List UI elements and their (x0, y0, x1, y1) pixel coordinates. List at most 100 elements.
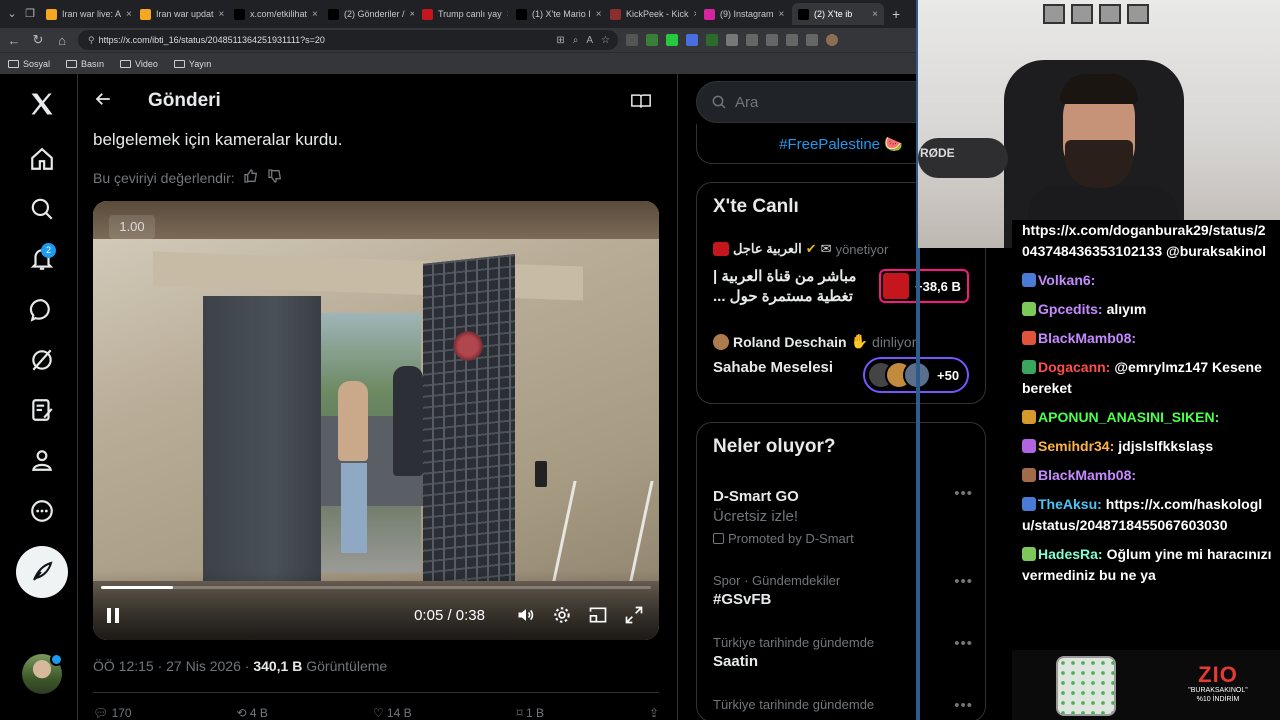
home-icon[interactable] (24, 141, 60, 177)
browser-essentials-icon[interactable] (806, 34, 818, 46)
close-tab-icon[interactable]: × (219, 9, 225, 20)
product-jar-image (1056, 656, 1116, 716)
app-available-icon[interactable]: ⊞ (556, 35, 564, 46)
close-tab-icon[interactable]: × (596, 9, 602, 20)
more-options-icon[interactable] (24, 493, 60, 529)
extension-icon[interactable] (646, 34, 658, 46)
browser-tab[interactable]: (9) Instagram × (698, 3, 790, 25)
volume-icon[interactable] (515, 604, 537, 626)
close-tab-icon[interactable]: × (410, 9, 414, 20)
favorites-icon[interactable] (766, 34, 778, 46)
reader-mode-icon[interactable] (631, 93, 651, 114)
bookmark-folder[interactable]: Sosyal (8, 59, 50, 69)
chat-username[interactable]: Dogacann: (1038, 359, 1110, 375)
split-screen-icon[interactable] (746, 34, 758, 46)
browser-tab[interactable]: x.com/etkilihat × (228, 3, 320, 25)
grok-icon[interactable] (24, 342, 60, 378)
bookmark-folder[interactable]: Video (120, 59, 158, 69)
bookmark-button[interactable]: ⌑ 1 B (517, 706, 545, 720)
chat-username[interactable]: Semihdr34: (1038, 438, 1114, 454)
chat-username[interactable]: Gpcedits: (1038, 301, 1103, 317)
compose-post-button[interactable] (16, 546, 68, 598)
pause-button[interactable] (107, 607, 119, 623)
fullscreen-icon[interactable] (623, 604, 645, 626)
close-tab-icon[interactable]: × (779, 9, 785, 20)
close-tab-icon[interactable]: × (507, 9, 508, 20)
chat-username[interactable]: APONUN_ANASINI_SIKEN: (1038, 409, 1219, 425)
profile-icon[interactable] (24, 442, 60, 478)
profile-avatar[interactable] (826, 34, 838, 46)
settings-gear-icon[interactable] (551, 604, 573, 626)
reply-button[interactable]: 💬︎ 170 (93, 706, 132, 720)
trend-item[interactable]: Türkiye tarihinde gündemde ••• (713, 697, 973, 714)
browser-tab[interactable]: KickPeek - Kick × (604, 3, 696, 25)
extension-icon[interactable] (706, 34, 718, 46)
like-button[interactable]: ♡ 14 B (373, 706, 412, 720)
chat-username[interactable]: Volkan6: (1038, 272, 1095, 288)
extension-icon[interactable] (686, 34, 698, 46)
home-icon[interactable]: ⌂ (54, 33, 70, 48)
hashtag-link[interactable]: #FreePalestine 🍉 (779, 135, 903, 153)
site-info-icon[interactable]: ⚲ (88, 35, 95, 46)
post-timestamp[interactable]: ÖÖ 12:15 · 27 Nis 2026 · (93, 658, 253, 674)
repost-count: 4 B (249, 706, 268, 720)
thumbs-down-icon[interactable] (267, 168, 283, 187)
video-progress-bar[interactable] (101, 586, 651, 589)
notifications-bell-icon[interactable]: 2 (24, 241, 60, 277)
picture-in-picture-icon[interactable] (587, 604, 609, 626)
chat-username[interactable]: HadesRa: (1038, 546, 1103, 562)
grok-chat-icon[interactable] (24, 292, 60, 328)
video-player[interactable]: 1.00 0:05 / 0:38 (93, 201, 659, 640)
favorite-star-icon[interactable]: ☆ (601, 35, 610, 46)
trend-context: Spor · Gündemdekiler (713, 573, 841, 588)
share-icon[interactable]: ⇪ (649, 706, 659, 720)
browser-tab[interactable]: (2) Gönderiler / × (322, 3, 414, 25)
back-icon[interactable]: ← (6, 33, 22, 48)
extension-icon[interactable] (726, 34, 738, 46)
chat-username[interactable]: BlackMamb08: (1038, 330, 1136, 346)
reload-icon[interactable]: ↻ (30, 32, 46, 48)
bookmark-folder[interactable]: Basın (66, 59, 104, 69)
explore-search-icon[interactable] (24, 191, 60, 227)
browser-tab[interactable]: (1) X'te Mario I × (510, 3, 602, 25)
close-tab-icon[interactable]: × (126, 9, 132, 20)
x-logo-icon[interactable] (24, 86, 60, 122)
workspaces-icon[interactable]: ❐ (22, 6, 38, 22)
extension-icon[interactable] (626, 34, 638, 46)
more-options-icon[interactable]: ••• (954, 697, 973, 714)
trend-item[interactable]: Türkiye tarihinde gündemde Saatin ••• (713, 635, 973, 670)
repost-button[interactable]: ⟲ 4 B (237, 706, 268, 720)
space-title[interactable]: Sahabe Meselesi (713, 359, 833, 376)
browser-tab[interactable]: Iran war live: A × (40, 3, 132, 25)
host-avatar (713, 333, 729, 350)
browser-tab[interactable]: (2) X'te ib × (792, 3, 884, 25)
thumbs-up-icon[interactable] (243, 168, 259, 187)
zoom-icon[interactable]: ⌕ (573, 35, 579, 46)
trend-item[interactable]: D-Smart GO Ücretsiz izle! Promoted by D-… (713, 485, 973, 546)
playback-speed[interactable]: 1.00 (109, 215, 155, 239)
chat-username[interactable]: BlackMamb08: (1038, 467, 1136, 483)
read-aloud-icon[interactable]: A (586, 35, 593, 46)
tab-list-icon[interactable]: ⌄ (4, 6, 20, 22)
new-tab-button[interactable]: + (886, 6, 906, 22)
bookmark-folder[interactable]: Yayın (173, 59, 211, 69)
extension-icon[interactable] (666, 34, 678, 46)
browser-tab[interactable]: Iran war updat × (134, 3, 226, 25)
close-tab-icon[interactable]: × (312, 9, 318, 20)
account-avatar[interactable] (22, 653, 63, 694)
back-arrow-icon[interactable] (94, 90, 126, 113)
more-options-icon[interactable]: ••• (954, 485, 973, 502)
bookmark-count: 1 B (526, 706, 545, 720)
live-viewer-count[interactable]: +38,6 B (879, 269, 969, 303)
collections-icon[interactable] (786, 34, 798, 46)
close-tab-icon[interactable]: × (694, 9, 696, 20)
close-tab-icon[interactable]: × (872, 9, 878, 20)
browser-tab[interactable]: Trump canlı yay × (416, 3, 508, 25)
trend-item[interactable]: Spor · Gündemdekiler #GSvFB ••• (713, 573, 973, 608)
chat-username[interactable]: TheAksu: (1038, 496, 1102, 512)
lists-icon[interactable] (24, 392, 60, 428)
live-broadcast-title[interactable]: مباشر من قناة العربية | تغطية مستمرة حول… (713, 267, 873, 307)
more-options-icon[interactable]: ••• (954, 635, 973, 652)
more-options-icon[interactable]: ••• (954, 573, 973, 590)
url-field[interactable]: ⚲ https://x.com/ibti_16/status/204851136… (78, 30, 618, 50)
